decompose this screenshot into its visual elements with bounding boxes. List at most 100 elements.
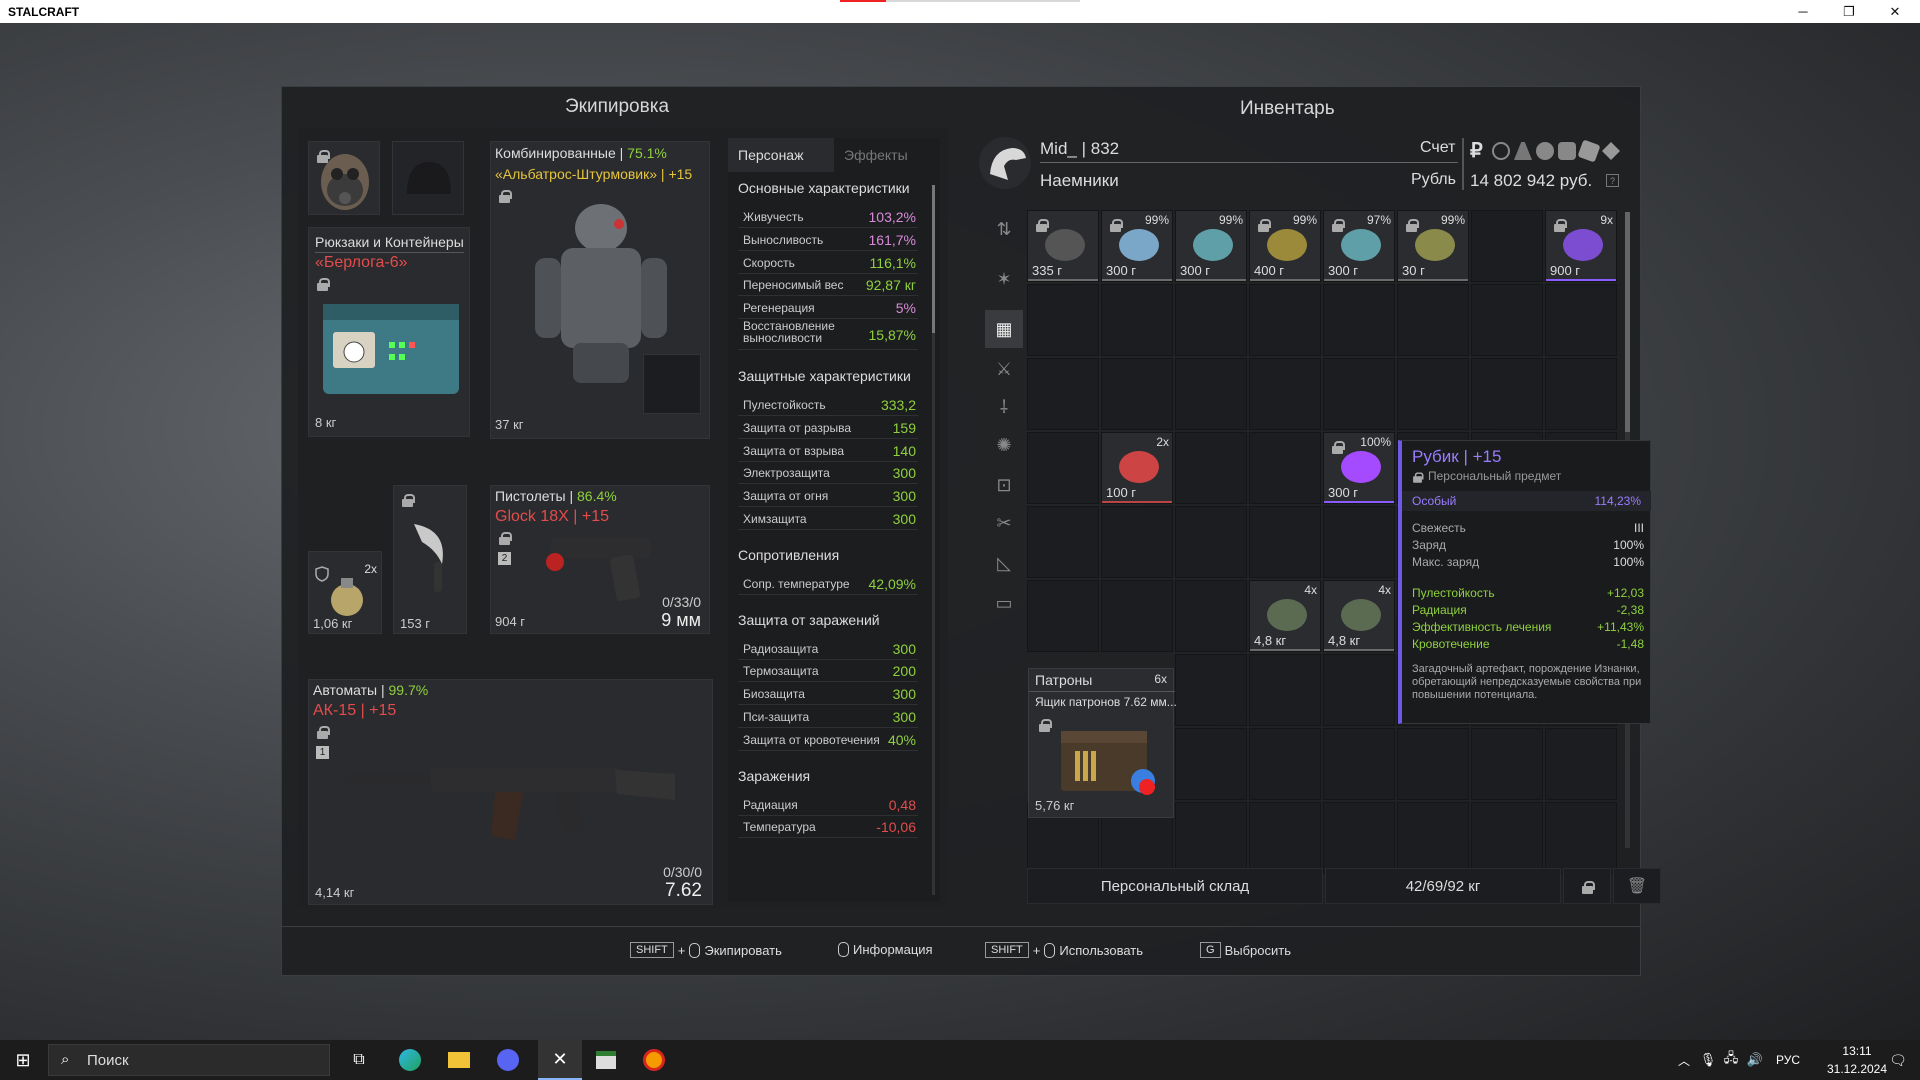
melee-filter-icon[interactable]: ⸸ [985,388,1023,426]
empty-inventory-cell[interactable] [1249,358,1321,430]
empty-inventory-cell[interactable] [1249,432,1321,504]
info-icon[interactable]: ? [1606,174,1619,187]
file-explorer-icon[interactable] [441,1040,477,1080]
stats-scrollbar[interactable] [932,185,935,895]
browser-icon[interactable] [636,1040,672,1080]
armor-module-slot[interactable] [643,354,701,414]
empty-inventory-cell[interactable] [1323,654,1395,726]
empty-inventory-cell[interactable] [1545,728,1617,800]
personal-storage-button[interactable]: Персональный склад [1027,868,1323,904]
empty-inventory-cell[interactable] [1101,580,1173,652]
storage-filter-icon[interactable]: ▭ [985,584,1023,622]
empty-inventory-cell[interactable] [1397,728,1469,800]
app-icon[interactable] [588,1040,624,1080]
tab-effects[interactable]: Эффекты [834,138,940,172]
empty-inventory-cell[interactable] [1175,654,1247,726]
empty-inventory-cell[interactable] [1323,728,1395,800]
empty-inventory-cell[interactable] [1397,284,1469,356]
volume-icon[interactable]: 🔊 [1744,1040,1766,1080]
empty-inventory-cell[interactable] [1027,506,1099,578]
armor-slot[interactable]: Комбинированные | 75.1% «Альбатрос-Штурм… [490,141,710,439]
knife-slot[interactable]: 153 г [393,485,467,634]
empty-inventory-cell[interactable] [1471,802,1543,874]
all-items-grid-icon[interactable]: ▦ [985,310,1023,348]
inventory-item[interactable]: 9x 900 г [1545,210,1617,282]
mask-slot[interactable] [308,141,380,215]
close-button[interactable]: ✕ [1872,0,1918,23]
empty-inventory-cell[interactable] [1175,358,1247,430]
pistol-slot[interactable]: Пистолеты | 86.4% Glock 18X | +15 2 0/33… [490,485,710,634]
inventory-item[interactable]: 99% 30 г [1397,210,1469,282]
empty-inventory-cell[interactable] [1027,358,1099,430]
inventory-item[interactable]: 335 г [1027,210,1099,282]
empty-inventory-cell[interactable] [1249,654,1321,726]
container-filter-icon[interactable]: ⊡ [985,466,1023,504]
empty-inventory-cell[interactable] [1471,728,1543,800]
trash-button[interactable]: 🗑 [1613,868,1661,904]
empty-inventory-cell[interactable] [1397,802,1469,874]
ammo-box-item[interactable]: Патроны 6x Ящик патронов 7.62 мм... 5,76… [1028,668,1177,818]
badge-currency-icon[interactable] [1602,142,1620,160]
discord-icon[interactable] [490,1040,526,1080]
empty-inventory-cell[interactable] [1397,358,1469,430]
empty-inventory-cell[interactable] [1545,358,1617,430]
empty-inventory-cell[interactable] [1175,284,1247,356]
empty-inventory-cell[interactable] [1175,728,1247,800]
task-view-icon[interactable]: ⧉ [344,1040,374,1080]
empty-inventory-cell[interactable] [1027,432,1099,504]
ruble-currency-icon[interactable]: ₽ [1470,138,1483,163]
inventory-item[interactable]: 100% 300 г [1323,432,1395,504]
empty-inventory-cell[interactable] [1323,358,1395,430]
inventory-item[interactable]: 2x 100 г [1101,432,1173,504]
tab-character[interactable]: Персонаж [728,138,834,172]
misc-filter-icon[interactable]: ◺ [985,544,1023,582]
start-button[interactable]: ⊞ [0,1040,46,1080]
empty-inventory-cell[interactable] [1249,728,1321,800]
empty-inventory-cell[interactable] [1175,506,1247,578]
search-box[interactable]: ⌕ Поиск [48,1044,330,1076]
microphone-icon[interactable]: 🎙 [1698,1040,1718,1080]
empty-inventory-cell[interactable] [1545,802,1617,874]
empty-inventory-cell[interactable] [1249,802,1321,874]
empty-inventory-cell[interactable] [1249,284,1321,356]
inventory-item[interactable]: 99% 300 г [1101,210,1173,282]
restore-button[interactable]: ❐ [1826,0,1872,23]
edge-icon[interactable] [392,1040,428,1080]
rifle-slot[interactable]: Автоматы | 99.7% АК-15 | +15 1 0/30/0 7.… [308,679,713,905]
language-indicator[interactable]: РУС [1770,1040,1806,1080]
token-currency-icon[interactable] [1558,142,1576,160]
empty-inventory-cell[interactable] [1323,506,1395,578]
empty-inventory-cell[interactable] [1471,358,1543,430]
inventory-item[interactable]: 99% 400 г [1249,210,1321,282]
favorites-icon[interactable]: ✶ [985,260,1023,298]
sort-icon[interactable]: ⇅ [985,210,1023,248]
minimize-button[interactable]: ─ [1780,0,1826,23]
inventory-item[interactable]: 97% 300 г [1323,210,1395,282]
empty-inventory-cell[interactable] [1175,802,1247,874]
artifact-filter-icon[interactable]: ✺ [985,426,1023,464]
notification-icon[interactable]: 🗨 [1880,1040,1916,1080]
empty-inventory-cell[interactable] [1249,506,1321,578]
tools-filter-icon[interactable]: ✂ [985,504,1023,542]
empty-inventory-cell[interactable] [1101,358,1173,430]
weapons-filter-icon[interactable]: ⚔ [985,350,1023,388]
gear-currency-icon[interactable] [1492,142,1510,160]
inventory-item[interactable]: 4x 4,8 кг [1323,580,1395,652]
sort-weight-button[interactable] [1563,868,1611,904]
empty-inventory-cell[interactable] [1545,284,1617,356]
tooth-currency-icon[interactable] [1514,142,1532,160]
inventory-item[interactable]: 99% 300 г [1175,210,1247,282]
backpack-slot[interactable]: Рюкзаки и Контейнеры «Берлога-6» 8 кг [308,227,470,437]
helmet-slot[interactable] [392,141,464,215]
tray-chevron-icon[interactable]: ︿ [1674,1040,1694,1080]
empty-inventory-cell[interactable] [1101,506,1173,578]
empty-inventory-cell[interactable] [1027,580,1099,652]
inventory-item[interactable]: 4x 4,8 кг [1249,580,1321,652]
empty-inventory-cell[interactable] [1175,432,1247,504]
grenade-slot[interactable]: 2x 1,06 кг [308,551,382,634]
empty-inventory-cell[interactable] [1027,284,1099,356]
ticket-currency-icon[interactable] [1577,139,1601,163]
coin-currency-icon[interactable] [1536,142,1554,160]
empty-inventory-cell[interactable] [1323,802,1395,874]
network-icon[interactable]: 🖧 [1720,1040,1742,1080]
